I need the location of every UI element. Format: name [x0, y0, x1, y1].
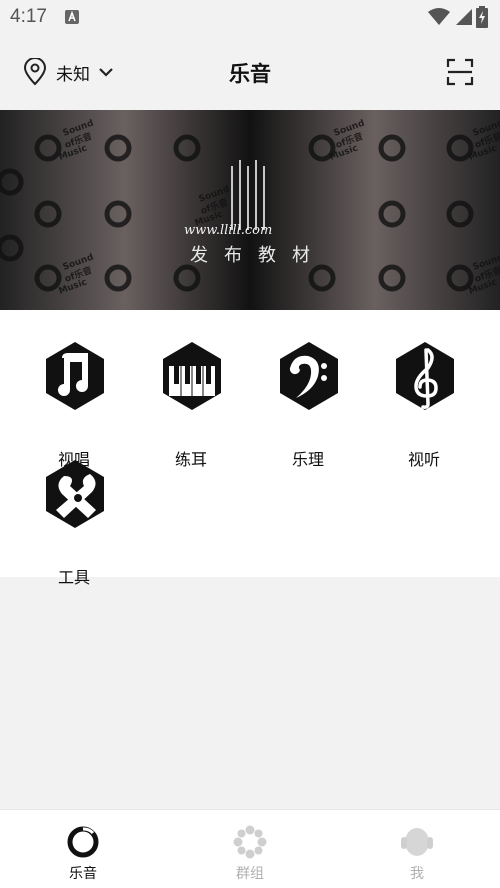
grid-item-tools[interactable]: 工具: [24, 460, 124, 587]
app-notification-icon: [65, 10, 79, 24]
grid-item-audio-visual[interactable]: 视听: [374, 342, 474, 469]
grid-label-audio-visual: 视听: [407, 450, 440, 469]
grid-label-music-theory: 乐理: [291, 450, 324, 469]
grid-item-music-theory[interactable]: 乐理: [258, 342, 358, 469]
bottom-tabbar: 乐音 群组 我: [0, 809, 500, 888]
tools-icon: [46, 460, 104, 528]
status-time: 4:17: [10, 6, 47, 27]
feature-grid: 视唱 练耳 乐理 视听 工具: [0, 310, 500, 587]
profile-headphones-icon: [401, 828, 433, 856]
tab-home[interactable]: 乐音: [23, 810, 143, 888]
bass-clef-icon: [280, 342, 338, 410]
status-bar: 4:17: [0, 0, 500, 36]
banner-logo-icon: www.llill.com: [184, 160, 272, 238]
tab-label-home: 乐音: [69, 866, 97, 882]
page-title: 乐音: [229, 62, 271, 86]
signal-icon: [456, 9, 472, 25]
tab-me[interactable]: 我: [357, 810, 477, 888]
music-note-icon: [46, 342, 104, 410]
tab-label-groups: 群组: [236, 866, 264, 882]
app-header: 未知 乐音: [0, 36, 500, 110]
tab-groups[interactable]: 群组: [190, 810, 310, 888]
grid-item-ear-training[interactable]: 练耳: [141, 342, 241, 469]
groups-icon: [233, 825, 267, 859]
battery-icon: [476, 6, 488, 28]
treble-clef-icon: [396, 342, 454, 410]
grid-item-sight-singing[interactable]: 视唱: [24, 342, 124, 469]
scan-icon[interactable]: [446, 58, 474, 86]
status-indicators: [428, 6, 488, 28]
wifi-icon: [428, 8, 450, 25]
grid-label-tools: 工具: [57, 568, 90, 587]
svg-text:www.llill.com: www.llill.com: [184, 223, 272, 238]
promo-banner[interactable]: Sound of乐音 Music Sound of乐音 Music Sound …: [0, 110, 500, 310]
piano-keys-icon: [163, 342, 221, 410]
tab-label-me: 我: [410, 866, 424, 882]
home-logo-icon: [67, 826, 99, 858]
grid-label-ear-training: 练耳: [174, 450, 207, 469]
banner-caption: 发布教材: [190, 245, 326, 266]
